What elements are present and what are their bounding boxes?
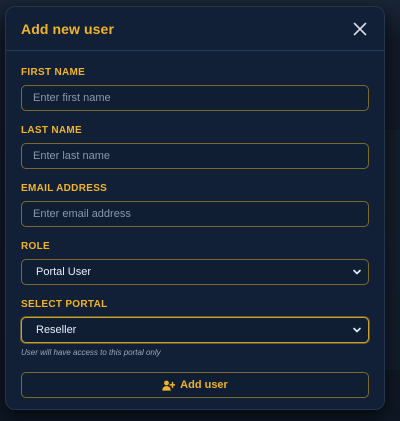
add-user-button-label: Add user [180,379,228,391]
last-name-input[interactable] [21,143,369,169]
close-button[interactable] [350,19,370,39]
first-name-input[interactable] [21,85,369,111]
add-user-modal: Add new user FIRST NAME LAST NAME EMAIL … [5,6,385,410]
first-name-label: FIRST NAME [21,67,86,78]
modal-body: FIRST NAME LAST NAME EMAIL ADDRESS ROLE … [6,51,384,398]
modal-title: Add new user [21,20,114,37]
portal-select-value: Reseller [36,324,77,336]
close-icon [353,22,367,35]
email-label: EMAIL ADDRESS [21,183,108,194]
chevron-down-icon [353,327,361,333]
portal-select[interactable]: Reseller [21,317,369,343]
role-select[interactable]: Portal User [21,259,369,285]
user-plus-icon [162,380,176,391]
chevron-down-icon [353,269,361,275]
portal-helper-text: User will have access to this portal onl… [21,348,161,357]
role-label: ROLE [21,241,50,252]
role-select-value: Portal User [36,266,92,278]
portal-field: SELECT PORTAL Reseller User will have ac… [21,299,369,358]
first-name-field: FIRST NAME [21,67,369,111]
portal-label: SELECT PORTAL [21,299,108,310]
modal-header: Add new user [6,7,384,51]
role-field: ROLE Portal User [21,241,369,285]
last-name-label: LAST NAME [21,125,83,136]
email-field: EMAIL ADDRESS [21,183,369,227]
last-name-field: LAST NAME [21,125,369,169]
email-input[interactable] [21,201,369,227]
add-user-button[interactable]: Add user [21,372,369,398]
